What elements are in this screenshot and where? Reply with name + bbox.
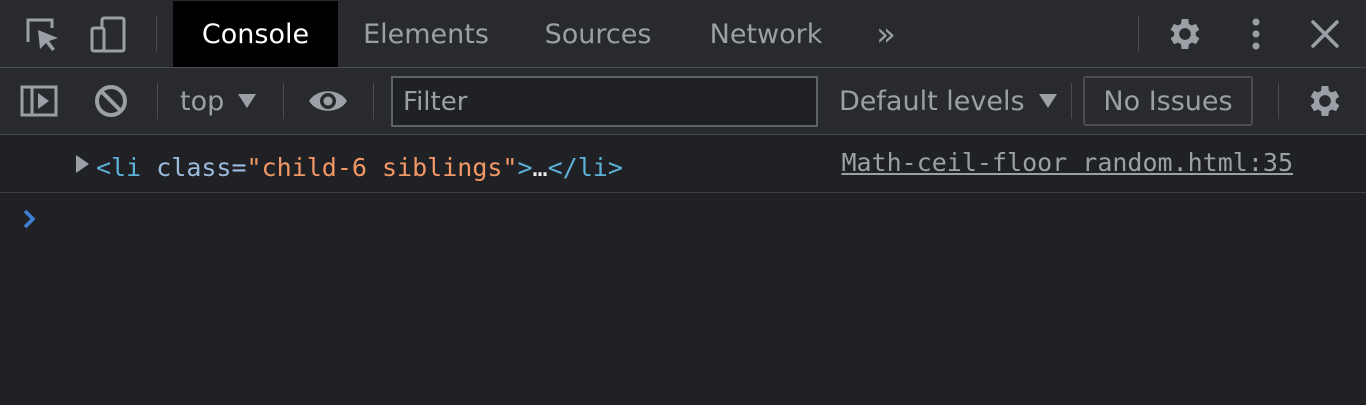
- attr-name: class: [156, 153, 232, 182]
- source-link[interactable]: Math-ceil-floor random.html:35: [841, 148, 1293, 178]
- gear-icon[interactable]: [1163, 12, 1207, 56]
- device-toolbar-icon[interactable]: [86, 12, 130, 56]
- toolbar-divider: [1278, 83, 1279, 119]
- tag-close-open: >: [517, 153, 533, 182]
- tab-console[interactable]: Console: [173, 1, 338, 67]
- select-element-icon[interactable]: [20, 12, 64, 56]
- settings-gear-icon[interactable]: [1303, 79, 1347, 123]
- kebab-menu-icon[interactable]: [1234, 12, 1278, 56]
- toolbar-divider: [1138, 16, 1139, 52]
- toolbar-divider: [157, 83, 158, 119]
- toolbar-divider: [373, 83, 374, 119]
- filter-input[interactable]: [391, 76, 818, 127]
- more-tabs-button[interactable]: »: [862, 1, 910, 67]
- element-snippet[interactable]: <li class="child-6 siblings">…</li>: [96, 153, 623, 183]
- collapsed-ellipsis: …: [532, 153, 548, 182]
- context-selector[interactable]: top: [180, 81, 257, 121]
- console-message: <li class="child-6 siblings">…</li> Math…: [0, 136, 1366, 193]
- toolbar-divider: [283, 83, 284, 119]
- tab-sources[interactable]: Sources: [514, 1, 682, 67]
- prompt-chevron-icon: [20, 204, 40, 238]
- console-toolbar: top Default levels No Issues: [0, 68, 1366, 135]
- toolbar-divider: [1071, 83, 1072, 119]
- clear-console-icon[interactable]: [89, 79, 133, 123]
- tab-elements[interactable]: Elements: [338, 1, 514, 67]
- context-label: top: [180, 85, 225, 117]
- attr-eq: =: [231, 153, 247, 182]
- devtools-tabbar: Console Elements Sources Network »: [0, 0, 1366, 68]
- toolbar-divider: [156, 16, 157, 52]
- tag-end: </li>: [547, 153, 623, 182]
- log-levels-dropdown[interactable]: Default levels: [839, 81, 1057, 121]
- issues-button[interactable]: No Issues: [1083, 76, 1253, 126]
- chevron-down-icon: [1038, 94, 1057, 108]
- tab-network[interactable]: Network: [682, 1, 850, 67]
- close-icon[interactable]: [1303, 12, 1347, 56]
- console-prompt[interactable]: [0, 194, 1366, 244]
- expand-triangle-icon[interactable]: [76, 155, 89, 173]
- log-levels-label: Default levels: [839, 85, 1025, 117]
- eye-icon[interactable]: [306, 79, 350, 123]
- chevron-down-icon: [238, 94, 257, 108]
- attr-value: "child-6 siblings": [246, 153, 518, 182]
- tag-open: <li: [96, 153, 157, 182]
- sidebar-toggle-icon[interactable]: [17, 79, 61, 123]
